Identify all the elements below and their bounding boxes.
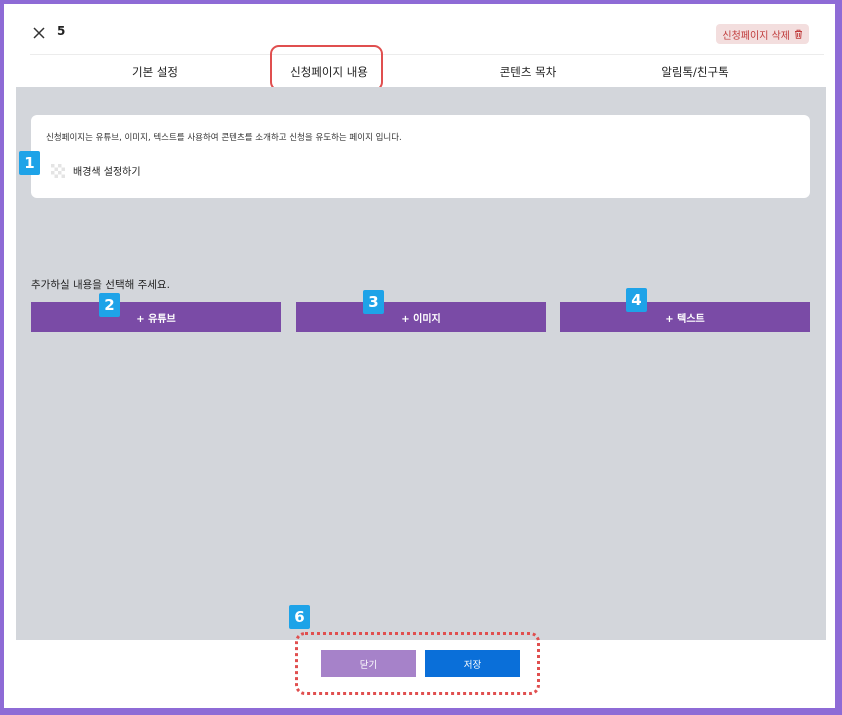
tab-bar: 기본 설정 신청페이지 내용 콘텐츠 목차 알림톡/친구톡 — [30, 54, 824, 90]
checkerboard-icon — [51, 163, 65, 178]
tab-notification-talk[interactable]: 알림톡/친구톡 — [635, 55, 755, 89]
tab-basic-settings[interactable]: 기본 설정 — [100, 55, 210, 89]
info-card: 신청페이지는 유튜브, 이미지, 텍스트를 사용하여 콘텐츠를 소개하고 신청을… — [31, 115, 810, 198]
content-area: 신청페이지는 유튜브, 이미지, 텍스트를 사용하여 콘텐츠를 소개하고 신청을… — [16, 87, 826, 640]
add-image-button[interactable]: + 이미지 — [296, 302, 546, 332]
save-button[interactable]: 저장 — [425, 650, 520, 677]
annotation-marker-1: 1 — [19, 151, 40, 175]
delete-page-label: 신청페이지 삭제 — [722, 30, 790, 42]
add-content-prompt: 추가하실 내용을 선택해 주세요. — [31, 279, 170, 291]
add-youtube-button[interactable]: + 유튜브 — [31, 302, 281, 332]
delete-page-button[interactable]: 신청페이지 삭제 — [716, 24, 809, 44]
tab-content-toc[interactable]: 콘텐츠 목차 — [473, 55, 583, 89]
annotation-marker-4: 4 — [626, 288, 647, 312]
close-icon[interactable] — [32, 26, 48, 42]
trash-icon — [795, 29, 802, 39]
modal-footer — [4, 640, 835, 708]
modal-header: 5 신청페이지 삭제 — [4, 4, 835, 54]
annotation-marker-6: 6 — [289, 605, 310, 629]
close-button[interactable]: 닫기 — [321, 650, 416, 677]
info-description: 신청페이지는 유튜브, 이미지, 텍스트를 사용하여 콘텐츠를 소개하고 신청을… — [46, 133, 402, 143]
annotation-marker-3: 3 — [363, 290, 384, 314]
add-text-button[interactable]: + 텍스트 — [560, 302, 810, 332]
background-color-setting[interactable]: 배경색 설정하기 — [51, 163, 141, 178]
modal-window: 5 신청페이지 삭제 기본 설정 신청페이지 내용 콘텐츠 목차 알림톡/친구톡… — [4, 4, 835, 708]
background-color-label: 배경색 설정하기 — [73, 167, 141, 178]
tab-application-content[interactable]: 신청페이지 내용 — [280, 55, 378, 90]
page-count: 5 — [57, 24, 66, 38]
annotation-marker-2: 2 — [99, 293, 120, 317]
